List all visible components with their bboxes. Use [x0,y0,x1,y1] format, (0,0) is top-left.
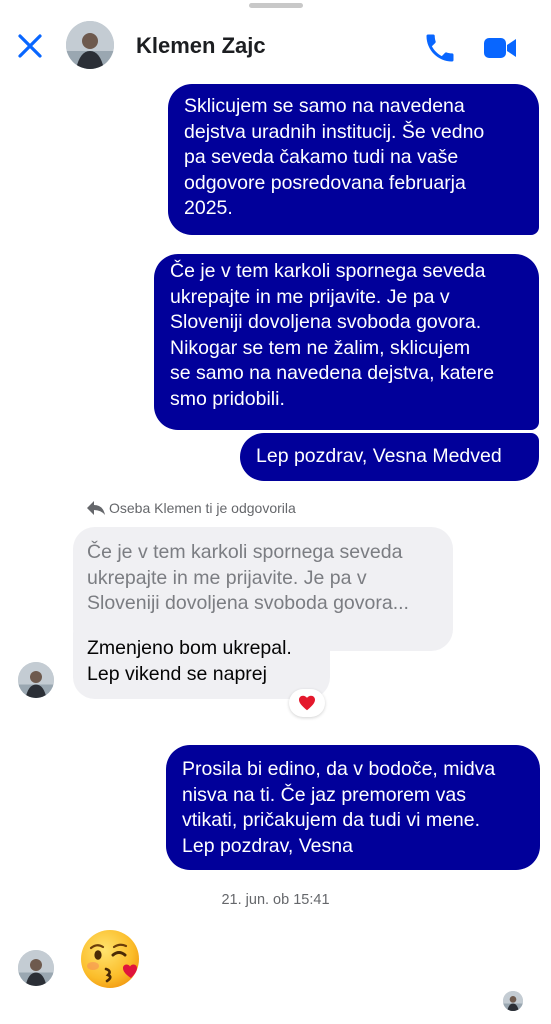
video-camera-icon [484,38,516,58]
close-button[interactable] [14,30,46,62]
phone-icon [426,34,454,62]
video-call-button[interactable] [481,30,519,66]
chat-header: Klemen Zajc [0,0,551,92]
seen-indicator-avatar [503,991,523,1011]
sender-avatar[interactable] [18,662,54,698]
outgoing-message[interactable]: Sklicujem se samo na navedena dejstva ur… [168,84,539,235]
heart-reaction[interactable] [289,689,325,717]
contact-avatar[interactable] [66,21,114,69]
message-timestamp: 21. jun. ob 15:41 [221,892,330,908]
reply-arrow-icon [87,501,105,515]
outgoing-message[interactable]: Prosila bi edino, da v bodoče, midva nis… [166,745,540,870]
sender-avatar[interactable] [18,950,54,986]
outgoing-message[interactable]: Če je v tem karkoli spornega seveda ukre… [154,254,539,430]
kiss-emoji-message[interactable] [79,926,145,992]
close-icon [18,34,42,58]
incoming-message[interactable]: Zmenjeno bom ukrepal. Lep vikend se napr… [73,626,330,699]
outgoing-message[interactable]: Lep pozdrav, Vesna Medved [240,433,539,481]
reply-label-text: Oseba Klemen ti je odgovorila [109,500,296,516]
reply-indicator: Oseba Klemen ti je odgovorila [86,500,296,516]
face-blowing-kiss-icon [81,930,139,988]
contact-name[interactable]: Klemen Zajc [136,33,266,59]
audio-call-button[interactable] [422,30,458,66]
heart-icon [299,695,315,711]
